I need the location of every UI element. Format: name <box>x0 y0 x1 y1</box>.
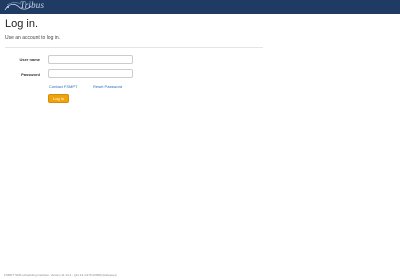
section-divider <box>5 47 263 48</box>
footer-version-text: FSMPT SMS scheduling interface. Version … <box>4 273 117 277</box>
login-button[interactable]: Log in <box>48 94 69 103</box>
password-label: Password <box>21 72 40 77</box>
password-input[interactable] <box>48 69 133 78</box>
top-navbar: Tribus <box>0 0 400 14</box>
page-subtitle: Use an account to log in. <box>5 35 61 41</box>
reset-password-link[interactable]: Reset Password <box>93 84 122 89</box>
contact-link[interactable]: Contact FSMPT <box>49 84 77 89</box>
brand-logo-text: Tribus <box>20 0 45 10</box>
page-title: Log in. <box>5 18 39 30</box>
username-label: User name <box>19 57 40 62</box>
username-input[interactable] <box>48 55 133 64</box>
